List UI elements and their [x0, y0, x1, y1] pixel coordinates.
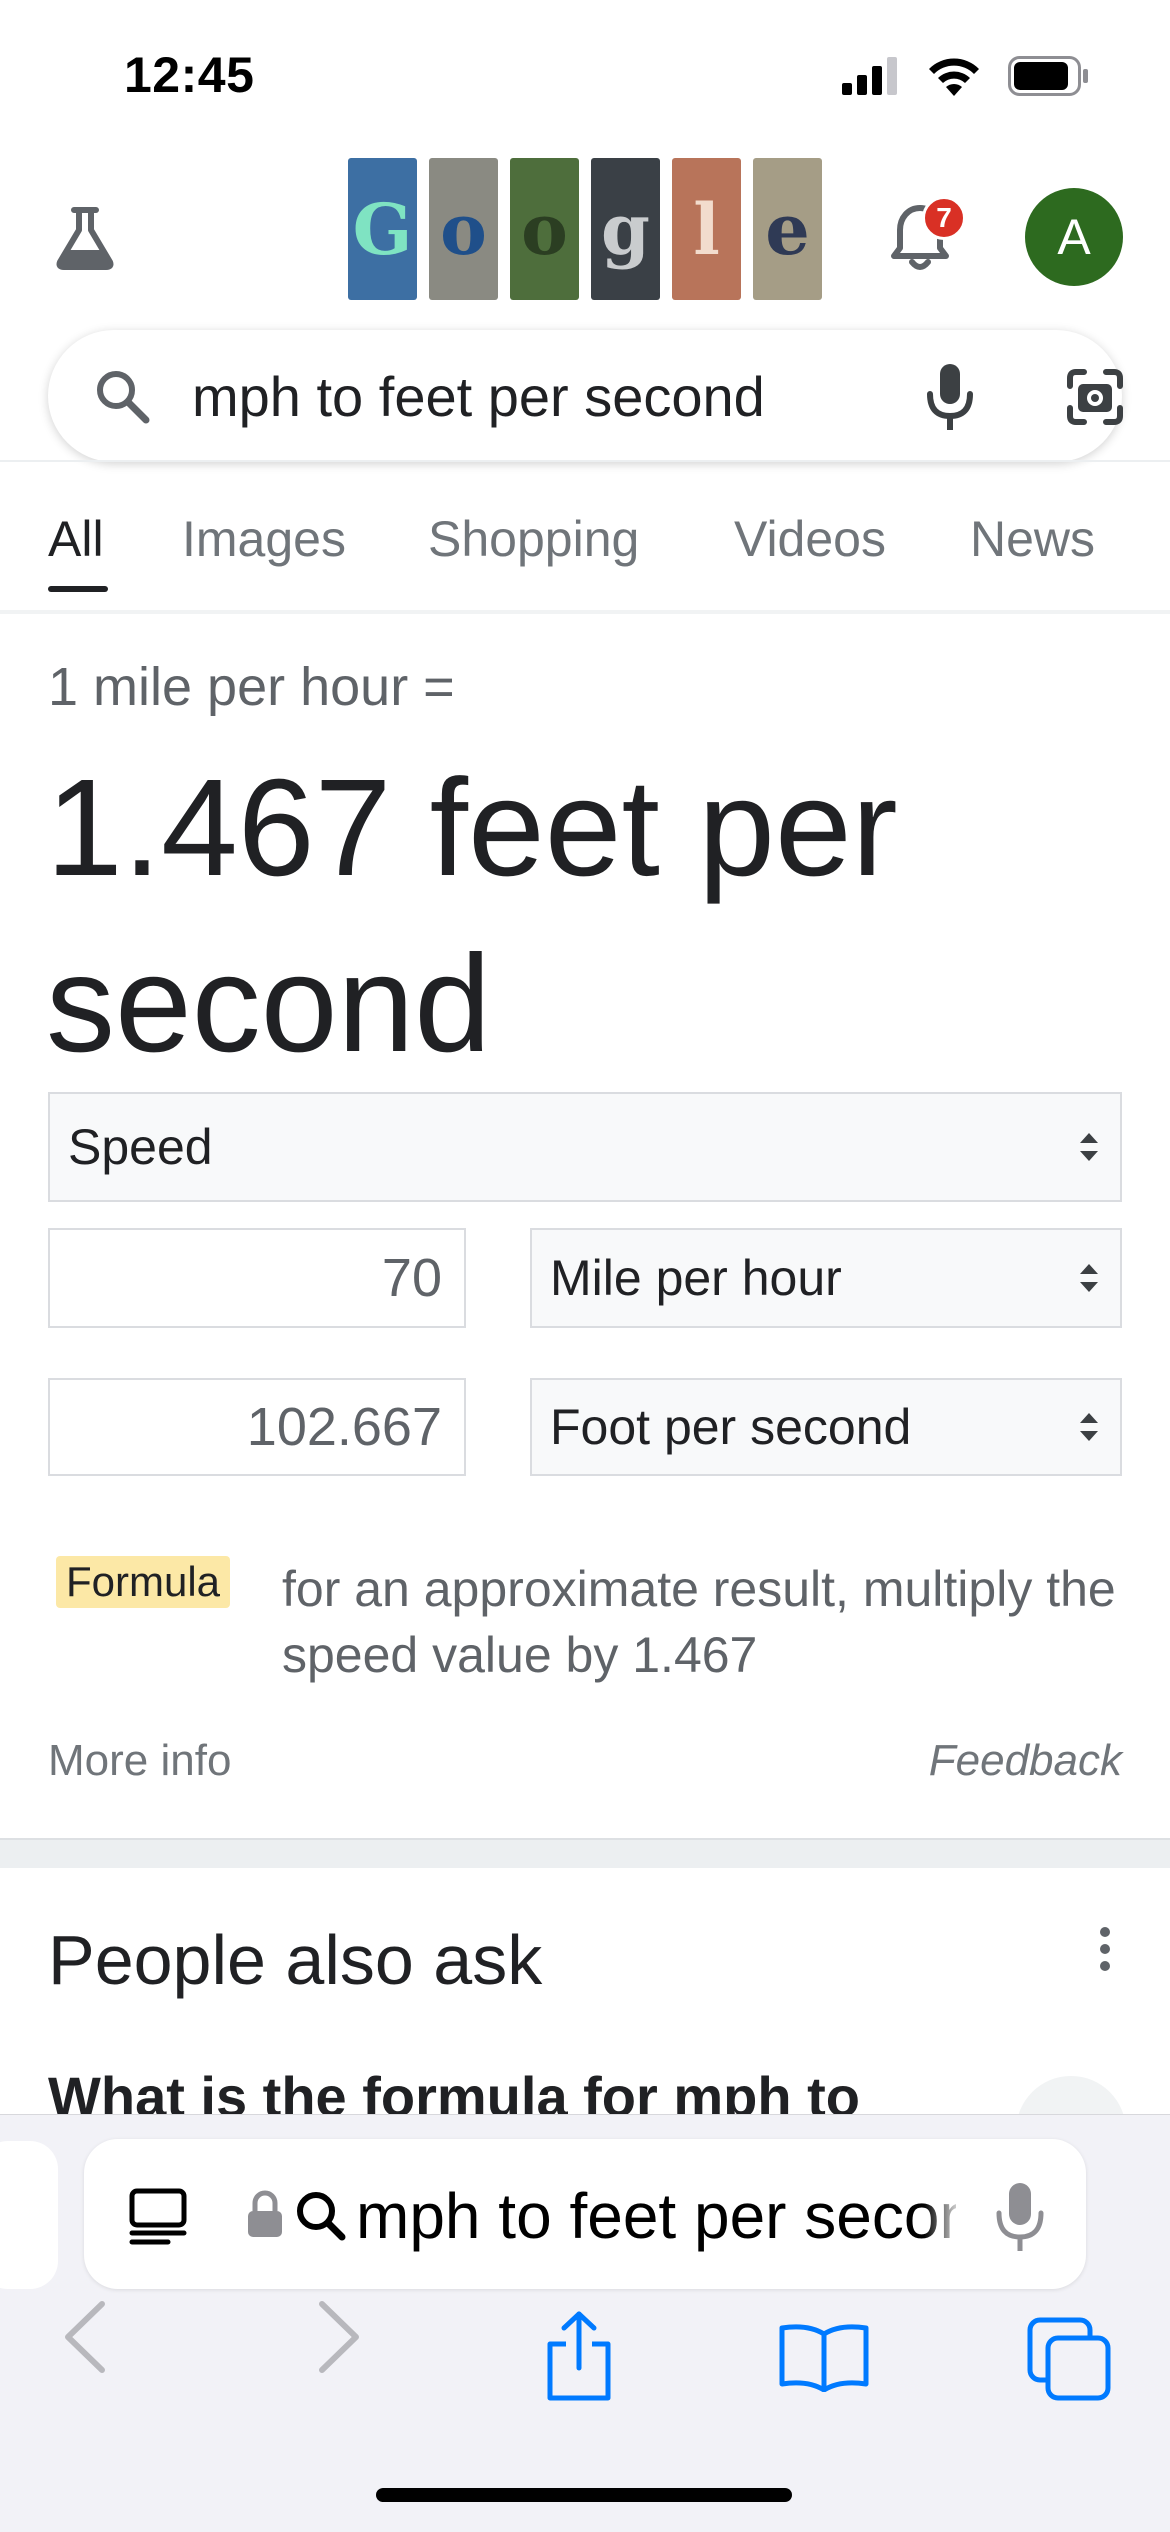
formula-chip: Formula	[56, 1556, 231, 1608]
status-icons	[842, 56, 1090, 96]
voice-search-mic-icon[interactable]	[992, 2181, 1048, 2253]
to-unit-value: Foot per second	[550, 1399, 912, 1455]
from-unit-select[interactable]: Mile per hour	[530, 1228, 1122, 1328]
doodle-letter: l	[693, 187, 720, 271]
active-tab-indicator	[48, 586, 108, 592]
status-time: 12:45	[124, 47, 255, 103]
doodle-tile: l	[672, 158, 741, 300]
unit-category-select[interactable]: Speed	[48, 1092, 1122, 1202]
select-arrows-icon	[1080, 1413, 1098, 1441]
doodle-letter: G	[352, 187, 413, 271]
doodle-letter: e	[765, 187, 810, 271]
people-also-ask-title: People also ask	[48, 1921, 543, 1999]
bookmarks-icon[interactable]	[778, 2320, 870, 2392]
tab-all[interactable]: All	[48, 510, 104, 568]
page-menu-icon[interactable]	[128, 2187, 188, 2245]
from-value: 70	[381, 1248, 442, 1308]
voice-search-mic-icon[interactable]	[920, 362, 980, 432]
unit-category-value: Speed	[68, 1119, 213, 1175]
more-info-link[interactable]: More info	[48, 1736, 231, 1786]
search-input[interactable]: mph to feet per second	[192, 364, 765, 429]
notification-badge: 7	[922, 196, 966, 240]
share-icon[interactable]	[542, 2310, 616, 2402]
labs-flask-icon[interactable]	[50, 202, 120, 272]
from-value-input[interactable]: 70	[48, 1228, 466, 1328]
wifi-icon	[929, 58, 979, 96]
select-arrows-icon	[1080, 1133, 1098, 1161]
doodle-letter: o	[521, 187, 568, 271]
address-text-fade	[924, 2175, 964, 2255]
tabs-icon[interactable]	[1026, 2316, 1112, 2402]
home-indicator	[376, 2488, 792, 2502]
forward-chevron-icon[interactable]	[316, 2300, 362, 2374]
account-avatar[interactable]: A	[1025, 188, 1123, 286]
doodle-tile: g	[591, 158, 660, 300]
tab-images[interactable]: Images	[182, 510, 346, 568]
status-bar: 12:45	[0, 0, 1170, 150]
more-options-icon[interactable]	[1090, 1924, 1120, 1974]
tab-news[interactable]: News	[970, 510, 1095, 568]
section-divider	[0, 1838, 1170, 1868]
doodle-tile: o	[429, 158, 498, 300]
feedback-link[interactable]: Feedback	[929, 1736, 1122, 1786]
lock-icon	[248, 2190, 282, 2237]
doodle-letter: g	[601, 187, 650, 271]
doodle-tile: o	[510, 158, 579, 300]
from-unit-value: Mile per hour	[550, 1250, 842, 1306]
tab-videos[interactable]: Videos	[734, 510, 886, 568]
conversion-result: 1.467 feet per second	[46, 751, 898, 1081]
previous-tab-card[interactable]	[0, 2141, 58, 2289]
address-bar-text[interactable]: mph to feet per secon	[356, 2179, 956, 2253]
google-doodle[interactable]: G o o g l e	[348, 158, 822, 300]
cellular-signal-icon	[842, 57, 897, 95]
doodle-tile: e	[753, 158, 822, 300]
search-icon	[297, 2192, 346, 2241]
search-box[interactable]: mph to feet per second	[48, 330, 1123, 462]
battery-icon	[1008, 56, 1088, 96]
to-value: 102.667	[246, 1397, 442, 1457]
to-value-input[interactable]: 102.667	[48, 1378, 466, 1476]
to-unit-select[interactable]: Foot per second	[530, 1378, 1122, 1476]
formula-text: for an approximate result, multiply the …	[282, 1561, 1116, 1683]
google-header: G o o g l e 7 A	[0, 150, 1170, 320]
google-lens-camera-icon[interactable]	[1064, 366, 1126, 428]
conversion-input-label: 1 mile per hour =	[48, 657, 455, 717]
tab-shopping[interactable]: Shopping	[428, 510, 639, 568]
doodle-tile: G	[348, 158, 417, 300]
search-tabs: All Images Shopping Videos News	[0, 470, 1170, 610]
select-arrows-icon	[1080, 1264, 1098, 1292]
header-divider	[0, 460, 1170, 462]
back-chevron-icon[interactable]	[62, 2300, 108, 2374]
search-icon	[97, 371, 150, 424]
tabs-divider	[0, 610, 1170, 614]
doodle-letter: o	[440, 187, 487, 271]
address-bar[interactable]: mph to feet per secon	[84, 2139, 1086, 2289]
